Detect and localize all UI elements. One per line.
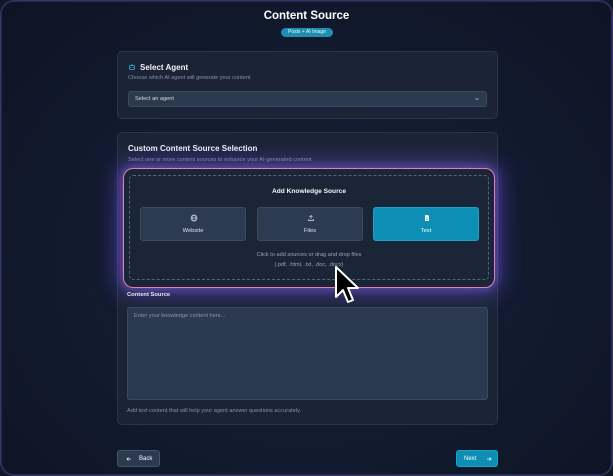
chevron-down-icon xyxy=(475,98,479,101)
upload-icon xyxy=(308,215,314,221)
arrow-left-icon xyxy=(126,457,131,461)
dropzone-hint: Click to add sources or drag and drop fi… xyxy=(256,252,362,258)
content-source-label: Content Source xyxy=(127,292,171,298)
content-source-textarea[interactable]: Enter your knowledge content here... xyxy=(127,307,488,400)
select-agent-card: Select Agent Choose which AI agent will … xyxy=(117,51,498,119)
website-option-label: Website xyxy=(182,228,204,234)
content-source-help: Add text content that will help your age… xyxy=(127,408,302,414)
knowledge-source-title: Add Knowledge Source xyxy=(271,188,346,195)
custom-source-heading: Custom Content Source Selection xyxy=(128,144,258,153)
website-option-button[interactable]: Website xyxy=(140,207,246,241)
robot-icon xyxy=(129,64,135,70)
dropzone-file-types: (.pdf, .html, .txt, .doc, .docx) xyxy=(274,262,344,268)
custom-source-subtitle: Select one or more content sources to en… xyxy=(128,157,312,163)
page-title: Content Source xyxy=(263,10,350,22)
document-icon xyxy=(425,215,429,221)
globe-icon xyxy=(190,214,198,222)
files-option-label: Files xyxy=(303,228,317,234)
knowledge-dropzone[interactable]: Add Knowledge Source Website Files Text … xyxy=(129,175,489,280)
mouse-cursor-icon xyxy=(335,266,359,303)
next-button-label: Next xyxy=(464,456,477,462)
next-button[interactable]: Next xyxy=(456,450,498,467)
text-option-button[interactable]: Text xyxy=(373,207,479,241)
back-button-label: Back xyxy=(139,456,153,462)
files-option-button[interactable]: Files xyxy=(257,207,363,241)
content-source-placeholder: Enter your knowledge content here... xyxy=(134,313,226,319)
agent-select-value: Select an agent xyxy=(135,96,174,102)
agent-select[interactable]: Select an agent xyxy=(128,91,487,107)
arrow-right-icon xyxy=(487,457,492,461)
text-option-label: Text xyxy=(420,228,432,234)
knowledge-source-panel: Add Knowledge Source Website Files Text … xyxy=(123,168,495,288)
mode-badge: Posts + AI Image xyxy=(281,28,333,37)
select-agent-subtitle: Choose which AI agent will generate your… xyxy=(128,75,251,81)
back-button[interactable]: Back xyxy=(117,450,160,467)
select-agent-heading: Select Agent xyxy=(140,63,189,72)
app-frame: Content Source Posts + AI Image Select A… xyxy=(0,0,613,476)
